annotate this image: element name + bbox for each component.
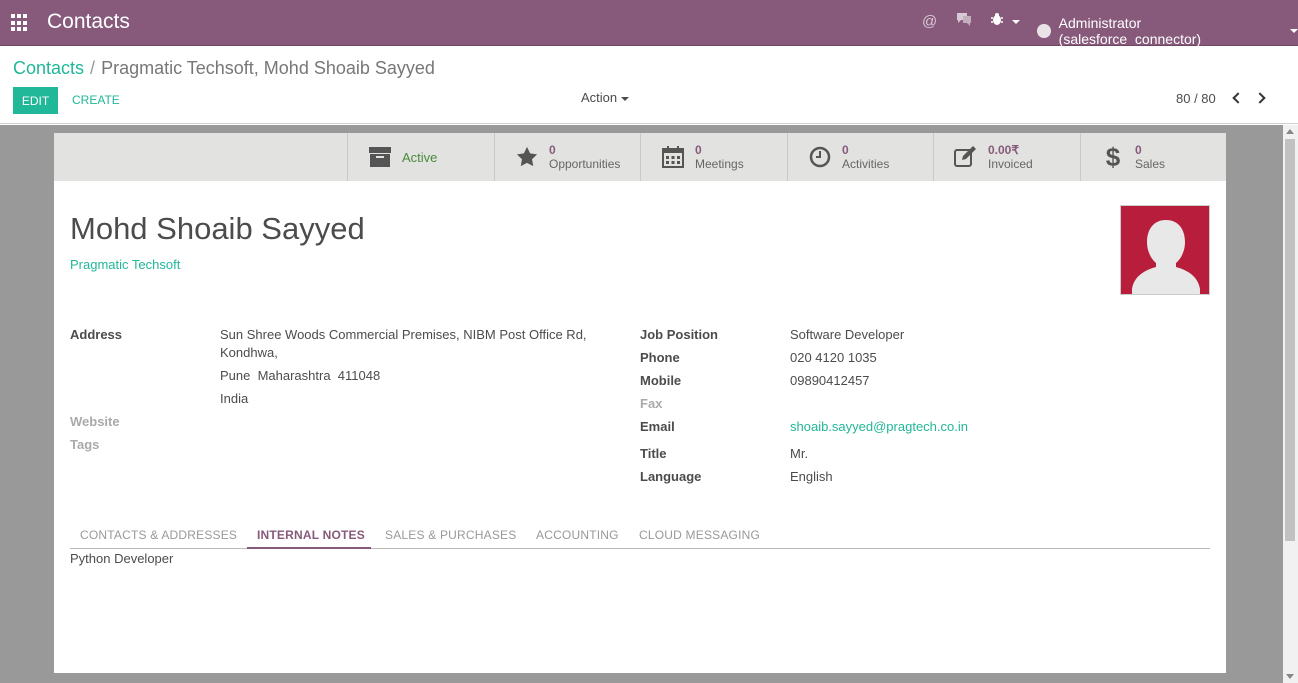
contact-avatar[interactable] [1120, 205, 1210, 295]
activities-count: 0 [842, 143, 849, 157]
vertical-scrollbar[interactable] [1283, 125, 1298, 683]
action-dropdown[interactable]: Action [581, 90, 630, 105]
invoiced-button[interactable]: 0.00₹ Invoiced [933, 133, 1080, 181]
create-button[interactable]: CREATE [72, 93, 120, 107]
edit-icon [954, 145, 978, 169]
calendar-icon [661, 145, 685, 169]
tab-accounting[interactable]: ACCOUNTING [536, 528, 619, 542]
chevron-down-icon [1290, 29, 1298, 33]
bug-icon[interactable] [990, 12, 1021, 30]
website-label: Website [70, 414, 120, 429]
scroll-down-icon[interactable] [1286, 674, 1294, 679]
breadcrumb-contacts-link[interactable]: Contacts [13, 58, 84, 78]
scrollbar-thumb[interactable] [1285, 139, 1295, 541]
email-label: Email [640, 419, 675, 434]
company-link[interactable]: Pragmatic Techsoft [70, 257, 180, 272]
star-icon [515, 145, 539, 169]
smart-button-box: Active 0 Opportunities 0 Meetings 0 Activit… [54, 133, 1226, 181]
address-country: India [220, 391, 249, 406]
job-position-label: Job Position [640, 327, 718, 342]
title-label: Title [640, 446, 667, 461]
opportunities-button[interactable]: 0 Opportunities [494, 133, 640, 181]
language-value: English [790, 469, 833, 484]
email-link[interactable]: shoaib.sayyed@pragtech.co.in [790, 419, 968, 434]
form-view: Active 0 Opportunities 0 Meetings 0 Activit… [0, 125, 1298, 683]
mention-icon[interactable]: @ [922, 13, 937, 30]
edit-button[interactable]: EDIT [13, 87, 58, 114]
action-label: Action [581, 90, 618, 105]
opportunities-count: 0 [549, 143, 556, 157]
dollar-icon: $ [1105, 141, 1121, 172]
scroll-up-icon[interactable] [1286, 129, 1294, 134]
tab-sales-purchases[interactable]: SALES & PURCHASES [385, 528, 516, 542]
meetings-count: 0 [695, 143, 702, 157]
sales-label: Sales [1135, 157, 1166, 171]
activities-button[interactable]: 0 Activities [787, 133, 933, 181]
mobile-value[interactable]: 09890412457 [790, 373, 870, 388]
language-label: Language [640, 469, 702, 484]
sales-button[interactable]: $ 0 Sales [1080, 133, 1226, 181]
address-city-state-zip: Pune Maharashtra 411048 [220, 368, 381, 383]
address-line1: Sun Shree Woods Commercial Premises, NIB… [220, 327, 587, 342]
invoiced-label: Invoiced [988, 157, 1033, 171]
invoiced-amount: 0.00₹ [988, 143, 1019, 157]
activities-label: Activities [842, 157, 890, 171]
chevron-down-icon [621, 96, 630, 101]
control-panel: Contacts / Pragmatic Techsoft, Mohd Shoaib… [0, 46, 1298, 124]
apps-icon[interactable] [11, 14, 29, 32]
clock-icon [808, 145, 832, 169]
active-tab-indicator [247, 547, 371, 549]
internal-notes-text: Python Developer [70, 551, 174, 566]
chat-icon[interactable] [955, 11, 973, 31]
tab-contacts-addresses[interactable]: CONTACTS & ADDRESSES [80, 528, 237, 542]
breadcrumb-current: Pragmatic Techsoft, Mohd Shoaib Sayyed [101, 58, 435, 78]
job-position-value: Software Developer [790, 327, 905, 342]
address-line2: Kondhwa, [220, 345, 278, 360]
address-label: Address [70, 327, 123, 342]
title-value: Mr. [790, 446, 809, 461]
phone-value[interactable]: 020 4120 1035 [790, 350, 877, 365]
mobile-label: Mobile [640, 373, 682, 388]
tags-label: Tags [70, 437, 100, 452]
app-title[interactable]: Contacts [47, 10, 130, 34]
chevron-down-icon [1012, 20, 1021, 25]
tab-internal-notes[interactable]: INTERNAL NOTES [257, 528, 365, 542]
user-menu[interactable]: Administrator (salesforce_connector) [1037, 15, 1298, 47]
user-avatar [1037, 24, 1051, 38]
breadcrumb-separator: / [90, 58, 96, 78]
user-name: Administrator (salesforce_connector) [1058, 15, 1202, 47]
phone-label: Phone [640, 350, 680, 365]
top-navbar: Contacts @ Administrator (salesforce_con… [0, 0, 1298, 47]
active-label: Active [402, 149, 438, 165]
tab-cloud-messaging[interactable]: CLOUD MESSAGING [639, 528, 760, 542]
sales-count: 0 [1135, 143, 1142, 157]
archive-icon [368, 145, 392, 169]
pager-value[interactable]: 80 / 80 [1176, 91, 1216, 106]
active-toggle-button[interactable]: Active [347, 133, 494, 181]
partner-name: Mohd Shoaib Sayyed [70, 211, 365, 246]
meetings-button[interactable]: 0 Meetings [640, 133, 787, 181]
opportunities-label: Opportunities [549, 157, 621, 171]
fax-label: Fax [640, 396, 663, 411]
meetings-label: Meetings [695, 157, 744, 171]
breadcrumb: Contacts / Pragmatic Techsoft, Mohd Shoaib… [13, 58, 435, 79]
notebook-tabs: CONTACTS & ADDRESSES INTERNAL NOTES SALE… [70, 523, 1210, 549]
form-sheet: Active 0 Opportunities 0 Meetings 0 Activit… [54, 133, 1226, 673]
